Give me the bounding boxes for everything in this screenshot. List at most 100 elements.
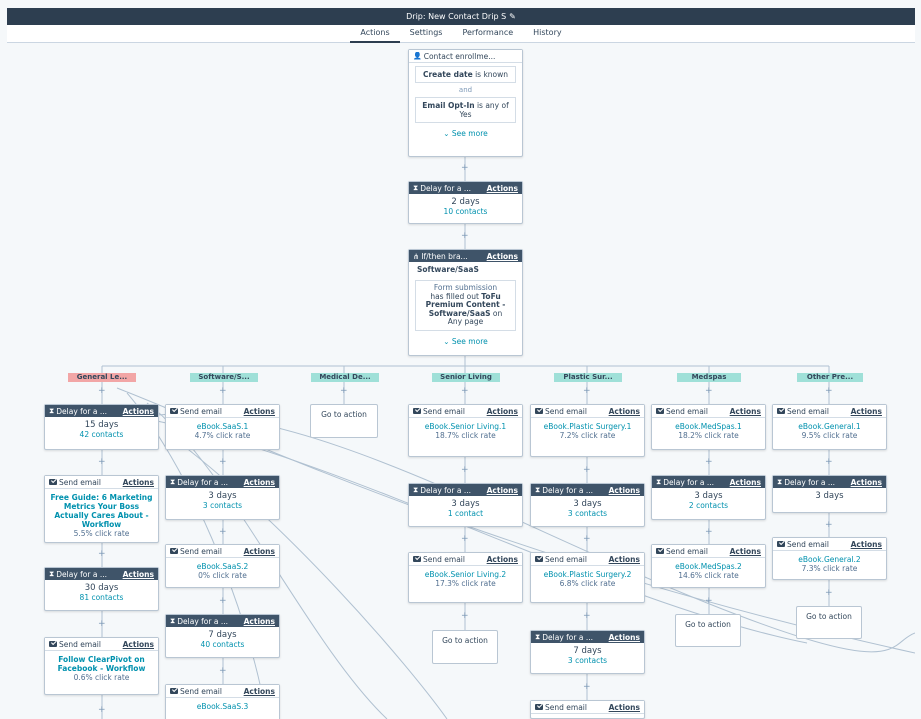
branch-label-other[interactable]: Other Pre... (797, 373, 863, 382)
actions-menu[interactable]: Actions (851, 478, 882, 487)
delay-card[interactable]: ⧗ Delay for a ... Actions 15 days 42 contac… (44, 404, 159, 450)
branch-label-medspas[interactable]: Medspas (677, 373, 741, 382)
tab-performance[interactable]: Performance (452, 25, 523, 41)
add-action-plus-icon[interactable]: + (705, 528, 713, 537)
actions-menu[interactable]: Actions (609, 486, 640, 495)
add-action-plus-icon[interactable]: + (461, 164, 469, 173)
email-name-link[interactable]: eBook.MedSpas.1 (656, 422, 761, 431)
contacts-count-link[interactable]: 81 contacts (49, 593, 154, 602)
add-action-plus-icon[interactable]: + (583, 466, 591, 475)
email-name-link[interactable]: Follow ClearPivot on Facebook - Workflow (49, 655, 154, 673)
send-email-card[interactable]: Send email Actions eBook.Plastic Surgery.… (530, 552, 645, 603)
email-name-link[interactable]: eBook.Senior Living.2 (413, 570, 518, 579)
contacts-count-link[interactable]: 3 contacts (535, 509, 640, 518)
add-action-plus-icon[interactable]: + (705, 387, 713, 396)
actions-menu[interactable]: Actions (244, 478, 275, 487)
add-action-plus-icon[interactable]: + (705, 458, 713, 467)
add-action-plus-icon[interactable]: + (219, 528, 227, 537)
actions-menu[interactable]: Actions (730, 547, 761, 556)
delay-card[interactable]: ⧗ Delay for a ... Actions 30 days 81 contac… (44, 567, 159, 611)
add-action-plus-icon[interactable]: + (219, 458, 227, 467)
email-name-link[interactable]: Free Guide: 6 Marketing Metrics Your Bos… (49, 493, 154, 529)
actions-menu[interactable]: Actions (123, 640, 154, 649)
actions-menu[interactable]: Actions (244, 617, 275, 626)
branch-label-software[interactable]: Software/S... (190, 373, 258, 382)
contacts-count-link[interactable]: 10 contacts (413, 207, 518, 216)
actions-menu[interactable]: Actions (609, 555, 640, 564)
go-to-action-card[interactable]: Go to action (310, 404, 378, 438)
add-action-plus-icon[interactable]: + (461, 466, 469, 475)
actions-menu[interactable]: Actions (123, 407, 154, 416)
actions-menu[interactable]: Actions (123, 478, 154, 487)
email-name-link[interactable]: eBook.General.1 (777, 422, 882, 431)
see-more-link[interactable]: ⌄ See more (409, 334, 522, 349)
branch-label-general-leads[interactable]: General Le... (68, 373, 136, 382)
send-email-card[interactable]: Send email Actions (530, 700, 645, 719)
contacts-count-link[interactable]: 42 contacts (49, 430, 154, 439)
add-action-plus-icon[interactable]: + (583, 387, 591, 396)
add-action-plus-icon[interactable]: + (219, 387, 227, 396)
send-email-card[interactable]: Send email Actions eBook.MedSpas.1 18.2% c… (651, 404, 766, 450)
add-action-plus-icon[interactable]: + (461, 387, 469, 396)
branch-label-medical[interactable]: Medical De... (311, 373, 379, 382)
actions-menu[interactable]: Actions (609, 703, 640, 712)
actions-menu[interactable]: Actions (123, 570, 154, 579)
enrollment-trigger-card[interactable]: 👤 Contact enrollme... Create date is know… (408, 49, 523, 157)
actions-menu[interactable]: Actions (244, 407, 275, 416)
if-then-branch-card[interactable]: ⋔ If/then bra... Actions Software/SaaS Fo… (408, 249, 523, 356)
actions-menu[interactable]: Actions (487, 407, 518, 416)
add-action-plus-icon[interactable]: + (705, 597, 713, 606)
add-action-plus-icon[interactable]: + (98, 620, 106, 629)
delay-card-main[interactable]: ⧗ Delay for a ... Actions 2 days 10 conta… (408, 181, 523, 224)
workflow-title[interactable]: Drip: New Contact Drip S (406, 12, 506, 21)
send-email-card[interactable]: Send email Actions eBook.General.2 7.3% cl… (772, 537, 887, 580)
actions-menu[interactable]: Actions (851, 540, 882, 549)
add-action-plus-icon[interactable]: + (461, 535, 469, 544)
email-name-link[interactable]: eBook.SaaS.3 (170, 702, 275, 711)
delay-card[interactable]: ⧗ Delay for a ... Actions 3 days 3 contacts (530, 483, 645, 527)
email-name-link[interactable]: eBook.Senior Living.1 (413, 422, 518, 431)
send-email-card[interactable]: Send email Actions eBook.SaaS.1 4.7% click… (165, 404, 280, 450)
add-action-plus-icon[interactable]: + (98, 550, 106, 559)
actions-menu[interactable]: Actions (487, 252, 518, 261)
email-name-link[interactable]: eBook.Plastic Surgery.1 (535, 422, 640, 431)
add-action-plus-icon[interactable]: + (98, 706, 106, 715)
delay-card[interactable]: ⧗ Delay for a ... Actions 7 days 3 contacts (530, 630, 645, 674)
contacts-count-link[interactable]: 1 contact (413, 509, 518, 518)
delay-card[interactable]: ⧗ Delay for a ... Actions 3 days 2 contacts (651, 475, 766, 520)
add-action-plus-icon[interactable]: + (98, 387, 106, 396)
add-action-plus-icon[interactable]: + (461, 612, 469, 621)
branch-label-senior-living[interactable]: Senior Living (432, 373, 500, 382)
send-email-card[interactable]: Send email Actions eBook.Senior Living.2 1… (408, 552, 523, 603)
contacts-count-link[interactable]: 40 contacts (170, 640, 275, 649)
add-action-plus-icon[interactable]: + (825, 589, 833, 598)
add-action-plus-icon[interactable]: + (583, 612, 591, 621)
actions-menu[interactable]: Actions (487, 555, 518, 564)
tab-actions[interactable]: Actions (350, 25, 400, 43)
branch-label-plastic-surgery[interactable]: Plastic Sur... (554, 373, 622, 382)
send-email-card[interactable]: Send email Actions eBook.General.1 9.5% cl… (772, 404, 887, 450)
send-email-card[interactable]: Send email Actions Free Guide: 6 Marketin… (44, 475, 159, 543)
send-email-card[interactable]: Send email Actions eBook.SaaS.2 0% click r… (165, 544, 280, 588)
delay-card[interactable]: ⧗ Delay for a ... Actions 3 days (772, 475, 887, 513)
contacts-count-link[interactable]: 3 contacts (170, 501, 275, 510)
actions-menu[interactable]: Actions (609, 407, 640, 416)
go-to-action-card[interactable]: Go to action (432, 630, 498, 664)
delay-card[interactable]: ⧗ Delay for a ... Actions 7 days 40 contact… (165, 614, 280, 658)
email-name-link[interactable]: eBook.SaaS.1 (170, 422, 275, 431)
add-action-plus-icon[interactable]: + (219, 667, 227, 676)
actions-menu[interactable]: Actions (730, 407, 761, 416)
add-action-plus-icon[interactable]: + (340, 387, 348, 396)
go-to-action-card[interactable]: Go to action (675, 614, 741, 647)
actions-menu[interactable]: Actions (609, 633, 640, 642)
add-action-plus-icon[interactable]: + (825, 387, 833, 396)
contacts-count-link[interactable]: 2 contacts (656, 501, 761, 510)
add-action-plus-icon[interactable]: + (98, 458, 106, 467)
add-action-plus-icon[interactable]: + (219, 597, 227, 606)
go-to-action-card[interactable]: Go to action (796, 606, 862, 639)
actions-menu[interactable]: Actions (730, 478, 761, 487)
actions-menu[interactable]: Actions (244, 687, 275, 696)
workflow-canvas[interactable]: 👤 Contact enrollme... Create date is know… (7, 43, 915, 719)
send-email-card[interactable]: Send email Actions eBook.Plastic Surgery.… (530, 404, 645, 457)
email-name-link[interactable]: eBook.MedSpas.2 (656, 562, 761, 571)
